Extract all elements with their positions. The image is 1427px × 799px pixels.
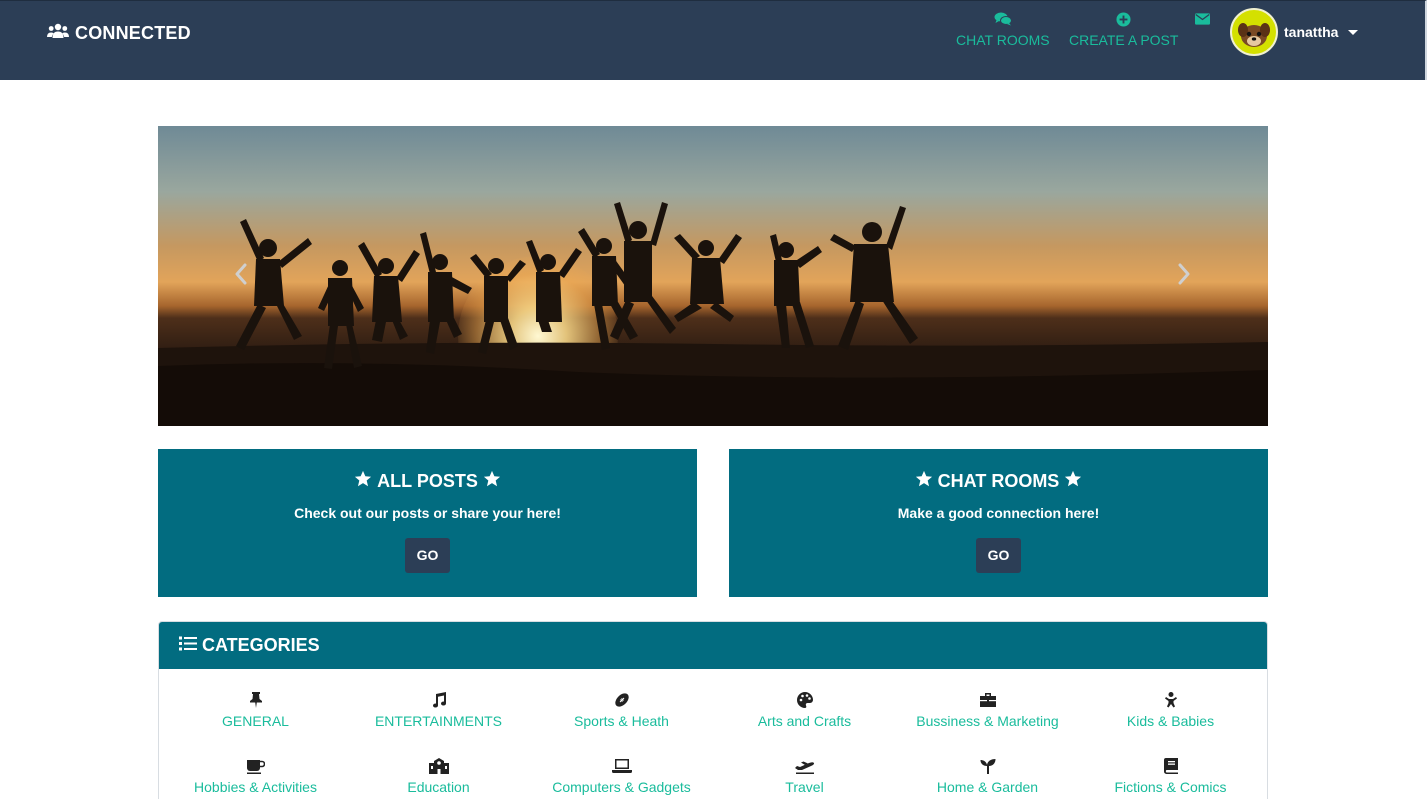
seedling-icon — [980, 757, 996, 775]
hero-carousel — [158, 126, 1268, 426]
nav-messages[interactable] — [1195, 9, 1210, 29]
chat-rooms-panel: CHAT ROOMS Make a good connection here! … — [729, 449, 1268, 597]
categories-card: CATEGORIES GENERAL ENTERTAINMENTS Sports… — [158, 621, 1268, 799]
chevron-left-icon — [234, 263, 248, 290]
category-label: Fictions & Comics — [1114, 779, 1227, 795]
palette-icon — [796, 691, 813, 709]
list-icon — [179, 635, 197, 656]
category-general[interactable]: GENERAL — [164, 691, 347, 729]
category-label: ENTERTAINMENTS — [374, 713, 503, 729]
nav-create-post[interactable]: CREATE A POST — [1069, 9, 1178, 49]
jumping-people-silhouette — [158, 202, 1268, 426]
nav-chat-rooms[interactable]: CHAT ROOMS — [956, 9, 1050, 49]
category-computers-gadgets[interactable]: Computers & Gadgets — [530, 757, 713, 795]
category-label: Bussiness & Marketing — [916, 713, 1059, 729]
categories-title: CATEGORIES — [202, 635, 320, 655]
all-posts-heading: ALL POSTS — [158, 469, 697, 493]
category-label: Education — [407, 779, 470, 795]
carousel-prev-button[interactable] — [229, 262, 253, 290]
category-arts-crafts[interactable]: Arts and Crafts — [713, 691, 896, 729]
mug-icon — [246, 757, 265, 775]
all-posts-go-button[interactable]: GO — [404, 538, 451, 573]
star-icon — [915, 470, 933, 493]
laptop-icon — [611, 757, 632, 775]
school-icon — [428, 757, 449, 775]
book-icon — [1163, 757, 1178, 775]
star-icon — [1064, 470, 1082, 493]
all-posts-title: ALL POSTS — [377, 470, 478, 491]
category-label: GENERAL — [222, 713, 289, 729]
football-icon — [614, 691, 630, 709]
plus-circle-icon — [1116, 9, 1131, 29]
star-icon — [354, 470, 372, 493]
category-label: Hobbies & Activities — [194, 779, 317, 795]
category-fictions-comics[interactable]: Fictions & Comics — [1079, 757, 1262, 795]
avatar — [1230, 8, 1278, 56]
category-kids-babies[interactable]: Kids & Babies — [1079, 691, 1262, 729]
category-label: Computers & Gadgets — [552, 779, 691, 795]
category-sports-heath[interactable]: Sports & Heath — [530, 691, 713, 729]
category-bussiness-marketing[interactable]: Bussiness & Marketing — [896, 691, 1079, 729]
all-posts-subtitle: Check out our posts or share your here! — [294, 505, 561, 521]
nav-chat-rooms-label: CHAT ROOMS — [956, 32, 1050, 48]
username: tanattha — [1284, 24, 1339, 40]
category-label: Travel — [785, 779, 824, 795]
category-label: Kids & Babies — [1126, 713, 1215, 729]
envelope-icon — [1195, 9, 1210, 29]
plane-icon — [794, 757, 815, 775]
category-entertainments[interactable]: ENTERTAINMENTS — [347, 691, 530, 729]
brand-name: CONNECTED — [75, 22, 191, 43]
child-icon — [1164, 691, 1177, 709]
category-label: Arts and Crafts — [757, 713, 852, 729]
nav-create-post-label: CREATE A POST — [1069, 32, 1179, 48]
top-navbar: CONNECTED CHAT ROOMS CREATE A POST tanat… — [0, 0, 1427, 80]
category-home-garden[interactable]: Home & Garden — [896, 757, 1079, 795]
chat-rooms-heading: CHAT ROOMS — [729, 469, 1268, 493]
category-label: Sports & Heath — [574, 713, 669, 729]
users-icon — [47, 23, 69, 44]
chevron-right-icon — [1177, 263, 1191, 290]
chat-rooms-go-button[interactable]: GO — [975, 538, 1022, 573]
category-hobbies-activities[interactable]: Hobbies & Activities — [164, 757, 347, 795]
chat-rooms-subtitle: Make a good connection here! — [897, 505, 1100, 521]
category-education[interactable]: Education — [347, 757, 530, 795]
user-menu-toggle[interactable]: tanattha — [1230, 7, 1359, 57]
briefcase-icon — [979, 691, 996, 709]
all-posts-panel: ALL POSTS Check out our posts or share y… — [158, 449, 697, 597]
brand-link[interactable]: CONNECTED — [47, 21, 191, 45]
carousel-next-button[interactable] — [1172, 262, 1196, 290]
star-icon — [483, 470, 501, 493]
category-travel[interactable]: Travel — [713, 757, 896, 795]
chat-rooms-title: CHAT ROOMS — [937, 470, 1060, 491]
music-icon — [431, 691, 447, 709]
comments-icon — [994, 9, 1012, 29]
caret-down-icon — [1348, 29, 1359, 35]
thumbtack-icon — [249, 691, 262, 709]
category-label: Home & Garden — [936, 779, 1039, 795]
categories-header: CATEGORIES — [159, 622, 1267, 669]
